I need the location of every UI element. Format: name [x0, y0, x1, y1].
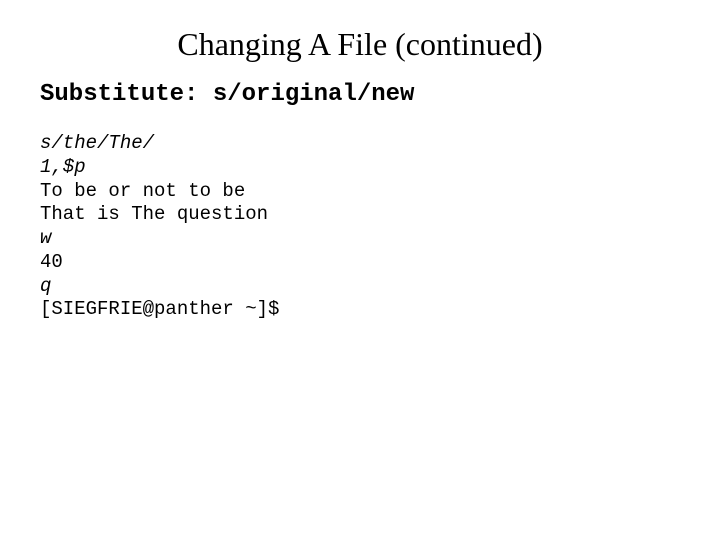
slide: Changing A File (continued) Substitute: …	[0, 0, 720, 540]
page-title: Changing A File (continued)	[40, 26, 680, 63]
code-line: [SIEGFRIE@panther ~]$	[40, 298, 279, 320]
code-line: To be or not to be	[40, 180, 245, 202]
code-line: 1,$p	[40, 156, 86, 178]
code-line: 40	[40, 251, 63, 273]
code-block: s/the/The/ 1,$p To be or not to be That …	[40, 132, 680, 322]
section-subhead: Substitute: s/original/new	[40, 81, 680, 108]
code-line: That is The question	[40, 203, 268, 225]
code-line: w	[40, 227, 51, 249]
code-line: s/the/The/	[40, 132, 154, 154]
code-line: q	[40, 275, 51, 297]
